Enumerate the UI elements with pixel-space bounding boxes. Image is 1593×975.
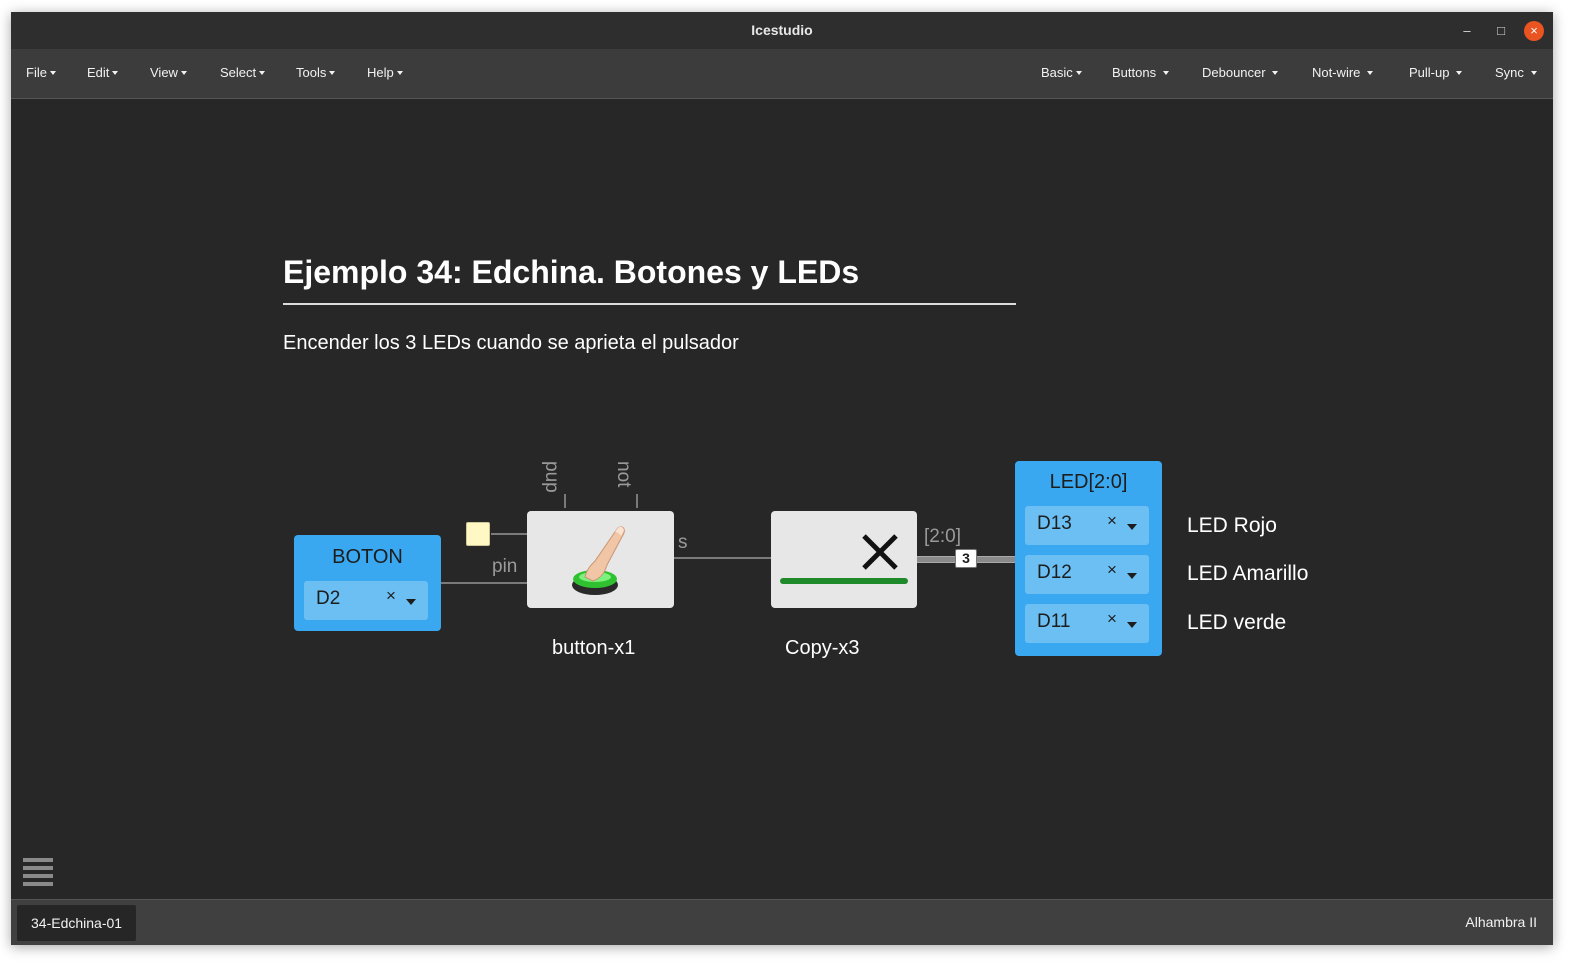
led-label-amarillo: LED Amarillo [1187,562,1309,585]
title-bar: Icestudio – □ × [11,12,1553,49]
menu-file[interactable]: File [26,65,56,80]
close-button[interactable]: × [1524,21,1544,41]
clear-icon[interactable]: × [1107,609,1117,629]
menu-help-label: Help [367,65,394,80]
output-block-title: LED[2:0] [1049,471,1128,493]
caret-down-icon [396,71,403,75]
file-tab[interactable]: 34-Edchina-01 [17,905,137,941]
minimize-button[interactable]: – [1457,21,1477,41]
menu-file-label: File [26,65,47,80]
port-label-pin: pin [492,556,518,577]
param-label-not: not [613,461,634,488]
caret-down-icon [1075,71,1082,75]
caret-down-icon [259,71,266,75]
param-label-pup: pup [541,461,562,493]
menu-pull-up-label: Pull-up [1409,65,1450,80]
menu-tools-label: Tools [296,65,327,80]
menu-tools[interactable]: Tools [296,65,336,80]
menu-select[interactable]: Select [220,65,266,80]
caret-down-icon [1162,71,1169,75]
menu-sync[interactable]: Sync [1495,65,1537,80]
pin-select-value: D12 [1037,562,1072,583]
menu-edit-label: Edit [87,65,110,80]
design-canvas[interactable]: Ejemplo 34: Edchina. Botones y LEDs Ence… [11,99,1553,899]
block-name-copy: Copy-x3 [785,637,860,659]
caret-down-icon [329,71,336,75]
wire-boton-to-button[interactable] [441,582,527,584]
caret-down-icon [1456,71,1463,75]
pin-select-d12[interactable]: D12 × [1025,555,1149,594]
button-block[interactable] [527,511,674,608]
wire-button-to-copy[interactable] [674,557,771,559]
info-heading: Ejemplo 34: Edchina. Botones y LEDs [283,254,860,290]
menu-buttons-label: Buttons [1112,65,1157,80]
window-title: Icestudio [751,22,813,38]
constant-input-box[interactable] [466,522,490,546]
pin-select-value: D11 [1037,611,1071,632]
copy-wire-icon [780,534,908,584]
pin-select-value: D13 [1037,513,1072,534]
maximize-button[interactable]: □ [1491,21,1511,41]
wire-pup-param [564,494,566,508]
caret-down-icon [49,71,56,75]
clear-icon[interactable]: × [1107,560,1117,580]
caret-down-icon [1367,71,1374,75]
pin-select-d2[interactable]: D2 × [304,581,428,620]
menu-not-wire[interactable]: Not-wire [1312,65,1374,80]
copy-block[interactable] [771,511,917,608]
menu-buttons[interactable]: Buttons [1112,65,1169,80]
hamburger-menu-icon[interactable] [23,858,53,890]
caret-down-icon [1272,71,1279,75]
bus-width-badge: 3 [955,549,977,568]
pin-select-value: D2 [316,588,341,609]
caret-down-icon [112,71,119,75]
status-bar: 34-Edchina-01 Alhambra II [11,899,1553,945]
info-description: Encender los 3 LEDs cuando se aprieta el… [283,332,739,354]
menu-bar: File Edit View Select Tools Help Basic B… [11,49,1553,99]
led-label-verde: LED verde [1187,611,1287,634]
port-label-s: s [678,532,688,553]
menu-debouncer-label: Debouncer [1202,65,1266,80]
wire-constant-to-button[interactable] [491,533,531,535]
app-window: Icestudio – □ × File Edit View Select To… [11,12,1553,945]
caret-down-icon [180,71,187,75]
heading-divider [283,303,1016,305]
menu-edit[interactable]: Edit [87,65,119,80]
chevron-down-icon[interactable] [1127,524,1137,530]
menu-debouncer[interactable]: Debouncer [1202,65,1279,80]
menu-view[interactable]: View [150,65,187,80]
pin-select-d11[interactable]: D11 × [1025,604,1149,643]
menu-pull-up[interactable]: Pull-up [1409,65,1463,80]
bus-label: [2:0] [924,526,961,547]
board-name[interactable]: Alhambra II [1465,914,1537,930]
input-block-boton[interactable]: BOTON D2 × [294,535,441,631]
chevron-down-icon[interactable] [406,599,416,605]
menu-help[interactable]: Help [367,65,403,80]
menu-view-label: View [150,65,178,80]
wire-not-param [636,494,638,508]
chevron-down-icon[interactable] [1127,573,1137,579]
clear-icon[interactable]: × [386,586,396,606]
menu-basic[interactable]: Basic [1041,65,1082,80]
caret-down-icon [1530,71,1537,75]
block-name-button: button-x1 [552,637,636,659]
pin-select-d13[interactable]: D13 × [1025,506,1149,545]
input-block-title: BOTON [332,546,403,568]
clear-icon[interactable]: × [1107,511,1117,531]
push-button-icon [572,526,625,595]
output-block-led[interactable]: LED[2:0] D13 × D12 × D11 × [1015,461,1162,656]
menu-sync-label: Sync [1495,65,1524,80]
menu-not-wire-label: Not-wire [1312,65,1361,80]
chevron-down-icon[interactable] [1127,622,1137,628]
menu-select-label: Select [220,65,257,80]
menu-basic-label: Basic [1041,65,1073,80]
led-label-rojo: LED Rojo [1187,514,1277,537]
